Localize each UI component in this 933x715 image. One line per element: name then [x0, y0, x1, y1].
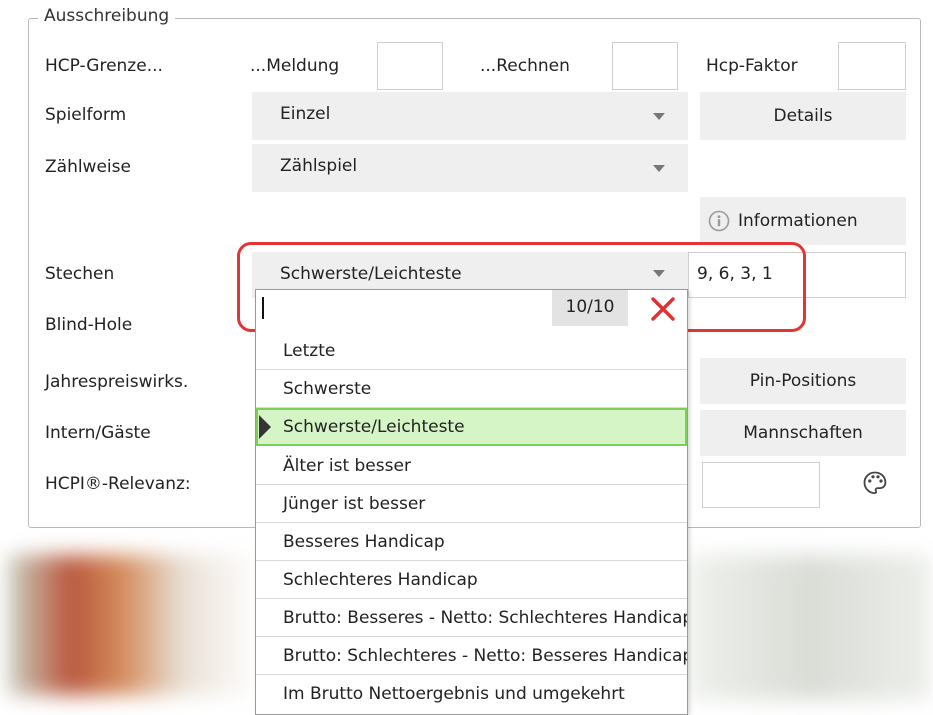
blind-hole-label: Blind-Hole — [45, 315, 133, 335]
meldung-input[interactable] — [377, 42, 443, 90]
hcpi-relevanz-label: HCPI®-Relevanz: — [45, 474, 191, 494]
dropdown-item-label: Schwerste/Leichteste — [283, 417, 465, 437]
details-button[interactable]: Details — [700, 92, 906, 140]
zaehlweise-select[interactable]: Zählspiel — [252, 144, 688, 192]
dropdown-item[interactable]: Letzte — [256, 332, 687, 370]
dropdown-search-row: 10/10 — [256, 290, 687, 330]
stechen-dropdown-list[interactable]: 10/10 Letzte Schwerste Schwerste/Leichte… — [255, 289, 688, 715]
spielform-value: Einzel — [280, 104, 331, 124]
close-x-icon[interactable] — [648, 294, 678, 324]
background-image-right — [690, 555, 930, 700]
rechnen-label: ...Rechnen — [480, 56, 570, 76]
spielform-select[interactable]: Einzel — [252, 92, 688, 140]
meldung-label: ...Meldung — [250, 56, 340, 76]
hcp-faktor-input[interactable] — [838, 42, 906, 90]
background-image-left — [8, 555, 258, 695]
chevron-down-icon — [653, 113, 665, 120]
info-circle-icon — [708, 210, 730, 232]
chevron-down-icon — [653, 165, 665, 172]
pin-positions-button[interactable]: Pin-Positions — [700, 358, 906, 404]
dropdown-item[interactable]: Schwerste — [256, 370, 687, 408]
dropdown-item[interactable]: Jünger ist besser — [256, 485, 687, 523]
zaehlweise-value: Zählspiel — [280, 156, 358, 176]
stechen-label: Stechen — [45, 264, 115, 284]
selection-marker-icon — [259, 415, 271, 439]
intern-gaeste-label: Intern/Gäste — [45, 423, 151, 443]
hcpi-input[interactable] — [702, 462, 820, 508]
dropdown-counter: 10/10 — [552, 290, 628, 326]
dropdown-item-selected[interactable]: Schwerste/Leichteste — [256, 408, 687, 446]
hcp-faktor-label: Hcp-Faktor — [706, 56, 798, 76]
informationen-label: Informationen — [738, 211, 858, 231]
dropdown-item[interactable]: Brutto: Schlechteres - Netto: Besseres H… — [256, 637, 687, 675]
jahrespreiswirks-label: Jahrespreiswirks. — [45, 372, 189, 392]
informationen-button[interactable]: Informationen — [700, 197, 906, 245]
rechnen-input[interactable] — [612, 42, 678, 90]
dropdown-item[interactable]: Älter ist besser — [256, 447, 687, 485]
hcp-grenze-label: HCP-Grenze... — [45, 56, 163, 76]
mannschaften-button[interactable]: Mannschaften — [700, 410, 906, 456]
dropdown-search-input[interactable] — [256, 290, 552, 326]
spielform-label: Spielform — [45, 105, 127, 125]
dropdown-item[interactable]: Besseres Handicap — [256, 523, 687, 561]
dropdown-item[interactable]: Im Brutto Nettoergebnis und umgekehrt — [256, 675, 687, 713]
zaehlweise-label: Zählweise — [45, 157, 131, 177]
dropdown-item[interactable]: Brutto: Besseres - Netto: Schlechteres H… — [256, 599, 687, 637]
text-caret — [262, 297, 264, 319]
dropdown-item[interactable]: Schlechteres Handicap — [256, 561, 687, 599]
group-legend: Ausschreibung — [38, 6, 176, 26]
palette-icon[interactable] — [862, 470, 888, 496]
